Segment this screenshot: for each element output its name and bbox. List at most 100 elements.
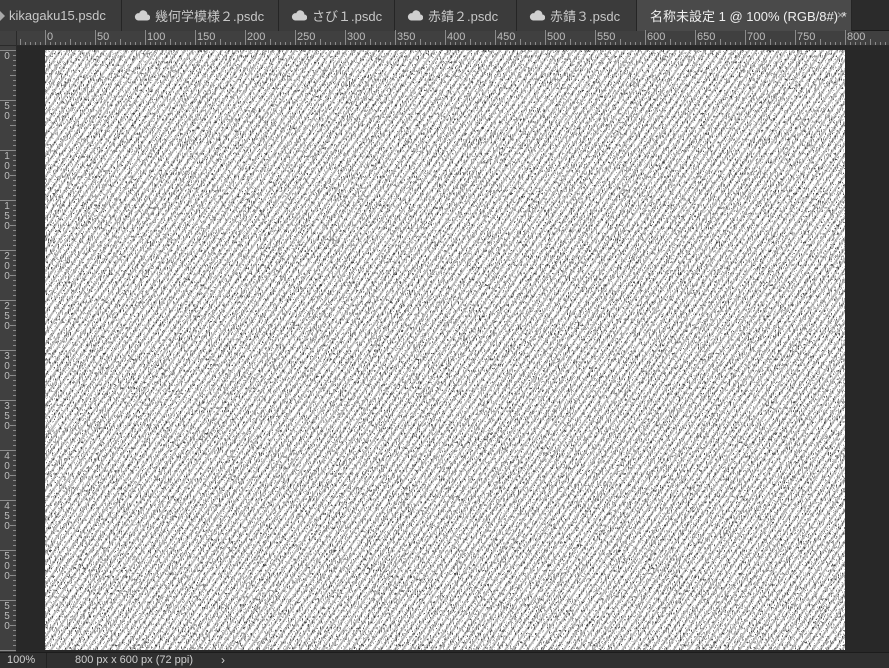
status-menu-arrow-icon[interactable]: › [221, 653, 225, 667]
ruler-tick [13, 420, 16, 421]
ruler-tick [140, 42, 141, 45]
ruler-tick [13, 460, 16, 461]
ruler-label-x: 250 [297, 31, 316, 43]
ruler-origin-corner[interactable] [0, 31, 17, 46]
ruler-tick [13, 80, 16, 81]
ruler-tick [640, 42, 641, 45]
ruler-tick [13, 195, 16, 196]
ruler-tick [175, 42, 176, 45]
tab-untitled-1-active[interactable]: 名称未設定 1 @ 100% (RGB/8#) * × [637, 0, 852, 31]
ruler-tick [625, 42, 626, 45]
ruler-tick [570, 39, 571, 45]
ruler-label-y: 250 [4, 301, 10, 332]
cloud-icon [291, 10, 307, 21]
ruler-tick [645, 30, 646, 45]
ruler-tick [13, 635, 16, 636]
document-workspace[interactable] [17, 46, 889, 652]
ruler-tick [430, 42, 431, 45]
ruler-tick [530, 42, 531, 45]
ruler-tick [770, 39, 771, 45]
ruler-tick [75, 42, 76, 45]
ruler-tick [195, 30, 196, 45]
ruler-tick [13, 380, 16, 381]
ruler-tick [13, 295, 16, 296]
ruler-label-x: 450 [497, 31, 516, 43]
ruler-tick [785, 42, 786, 45]
ruler-tick [13, 395, 16, 396]
ruler-tick [875, 42, 876, 45]
ruler-tick [0, 650, 16, 651]
ruler-tick [13, 305, 16, 306]
ruler-tick [375, 42, 376, 45]
ruler-tick [130, 42, 131, 45]
ruler-tick [840, 42, 841, 45]
ruler-tick [13, 140, 16, 141]
ruler-tick [13, 580, 16, 581]
ruler-tick [13, 260, 16, 261]
ruler-tick [13, 155, 16, 156]
ruler-tick [295, 30, 296, 45]
ruler-tick [13, 565, 16, 566]
horizontal-ruler[interactable]: 0 50 100 150 200 250 300 350 400 450 500 550 600 650 7… [17, 30, 889, 46]
ruler-tick [13, 605, 16, 606]
ruler-tick [825, 42, 826, 45]
ruler-tick [720, 39, 721, 45]
ruler-tick [435, 42, 436, 45]
ruler-label-x: 700 [747, 31, 766, 43]
ruler-tick [13, 480, 16, 481]
ruler-tick [13, 365, 16, 366]
ruler-tick [13, 340, 16, 341]
ruler-tick [25, 42, 26, 45]
tab-akasabi-3[interactable]: 赤錆３.psdc [517, 0, 637, 31]
ruler-tick [13, 130, 16, 131]
ruler-tick [13, 345, 16, 346]
ruler-label-x: 750 [797, 31, 816, 43]
zoom-level-value[interactable]: 100% [7, 654, 35, 666]
close-icon[interactable]: × [837, 8, 844, 22]
ruler-tick [580, 42, 581, 45]
tab-akasabi-2[interactable]: 赤錆２.psdc [395, 0, 517, 31]
ruler-tick [13, 545, 16, 546]
rust-texture-image [45, 50, 845, 650]
ruler-label-y: 50 [4, 101, 10, 122]
ruler-label-x: 150 [197, 31, 216, 43]
vertical-ruler[interactable]: 0 50 100 150 200 250 300 350 400 450 500 550 [0, 46, 17, 652]
ruler-tick [13, 610, 16, 611]
ruler-label-x: 200 [247, 31, 266, 43]
ruler-tick [13, 170, 16, 171]
ruler-tick [245, 30, 246, 45]
ruler-tick [13, 235, 16, 236]
document-size-info: 800 px x 600 px (72 ppi) [75, 654, 194, 666]
ruler-tick [170, 39, 171, 45]
tab-label: 赤錆２.psdc [428, 9, 499, 24]
ruler-tick [820, 39, 821, 45]
tab-kikagaku-pattern-2[interactable]: 幾何学模様２.psdc [122, 0, 279, 31]
ruler-tick [13, 355, 16, 356]
ruler-tick [440, 42, 441, 45]
tab-label: 名称未設定 1 @ 100% (RGB/8#) * [650, 9, 847, 24]
status-bar: 100% 800 px x 600 px (72 ppi) › [0, 652, 889, 668]
ruler-tick [790, 42, 791, 45]
ruler-tick [390, 42, 391, 45]
ruler-label-y: 150 [4, 201, 10, 232]
ruler-tick [635, 42, 636, 45]
ruler-tick [680, 42, 681, 45]
ruler-tick [670, 39, 671, 45]
ruler-label-x: 500 [547, 31, 566, 43]
ruler-tick [125, 42, 126, 45]
tab-sabi-1[interactable]: さび１.psdc [279, 0, 395, 31]
ruler-tick [13, 205, 16, 206]
ruler-tick [13, 530, 16, 531]
ruler-label-x: 350 [397, 31, 416, 43]
ruler-tick [13, 495, 16, 496]
ruler-tick [285, 42, 286, 45]
document-canvas[interactable] [45, 50, 845, 650]
ruler-tick [90, 42, 91, 45]
tab-scroll-arrow-icon[interactable] [0, 10, 5, 21]
ruler-tick [345, 30, 346, 45]
tab-kikagaku15[interactable]: kikagaku15.psdc [0, 0, 122, 31]
ruler-tick [13, 315, 16, 316]
ruler-tick [335, 42, 336, 45]
ruler-tick [13, 165, 16, 166]
ruler-tick [220, 39, 221, 45]
